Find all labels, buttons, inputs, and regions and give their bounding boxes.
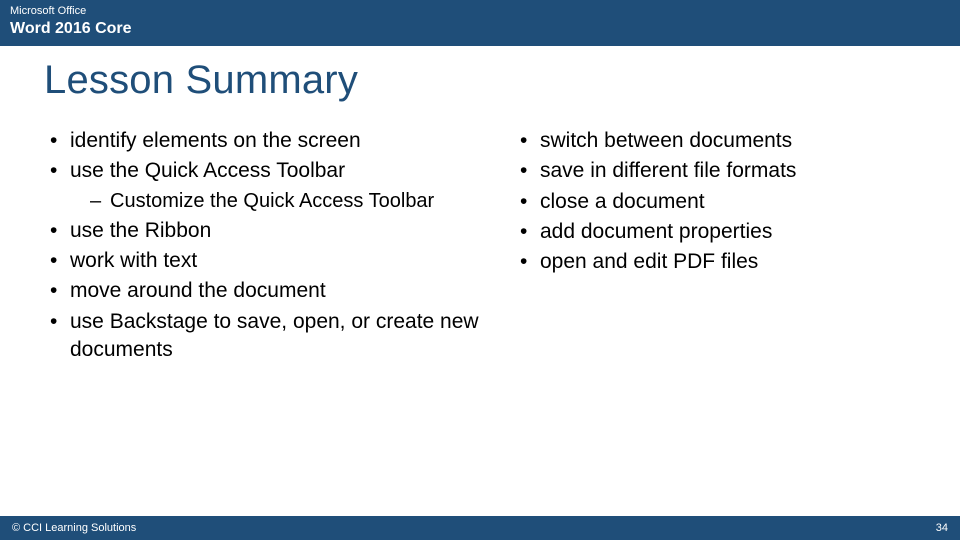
list-item-text: use Backstage to save, open, or create n… — [70, 310, 479, 361]
list-item-text: use the Quick Access Toolbar — [70, 159, 345, 182]
slide: Microsoft Office Word 2016 Core Lesson S… — [0, 0, 960, 540]
list-item: open and edit PDF files — [514, 248, 916, 276]
sub-list-item: Customize the Quick Access Toolbar — [86, 188, 494, 215]
list-item-text: switch between documents — [540, 129, 792, 152]
list-item: add document properties — [514, 218, 916, 246]
list-item-text: move around the document — [70, 279, 326, 302]
footer-copyright: © CCI Learning Solutions — [12, 522, 136, 534]
list-item: close a document — [514, 188, 916, 216]
list-item-text: work with text — [70, 249, 197, 272]
list-item-text: open and edit PDF files — [540, 250, 758, 273]
header-brand: Microsoft Office — [10, 4, 950, 18]
columns: identify elements on the screen use the … — [44, 127, 916, 366]
right-column: switch between documents save in differe… — [514, 127, 916, 366]
list-item: identify elements on the screen — [44, 127, 494, 155]
list-item: use Backstage to save, open, or create n… — [44, 308, 494, 365]
list-item-text: save in different file formats — [540, 159, 796, 182]
list-item: move around the document — [44, 277, 494, 305]
sub-list: Customize the Quick Access Toolbar — [86, 188, 494, 215]
header-product: Word 2016 Core — [10, 18, 950, 40]
page-number: 34 — [936, 522, 948, 534]
list-item-text: add document properties — [540, 220, 772, 243]
list-item-text: close a document — [540, 190, 705, 213]
sub-list-item-text: Customize the Quick Access Toolbar — [110, 190, 434, 212]
list-item: save in different file formats — [514, 157, 916, 185]
footer-band: © CCI Learning Solutions 34 — [0, 516, 960, 540]
list-item-text: use the Ribbon — [70, 219, 211, 242]
bullet-list-left: identify elements on the screen use the … — [44, 127, 494, 364]
header-band: Microsoft Office Word 2016 Core — [0, 0, 960, 46]
list-item: use the Quick Access Toolbar Customize t… — [44, 157, 494, 214]
list-item: switch between documents — [514, 127, 916, 155]
page-title: Lesson Summary — [44, 58, 916, 103]
bullet-list-right: switch between documents save in differe… — [514, 127, 916, 277]
list-item-text: identify elements on the screen — [70, 129, 361, 152]
left-column: identify elements on the screen use the … — [44, 127, 494, 366]
list-item: use the Ribbon — [44, 217, 494, 245]
content-area: Lesson Summary identify elements on the … — [0, 46, 960, 540]
list-item: work with text — [44, 247, 494, 275]
